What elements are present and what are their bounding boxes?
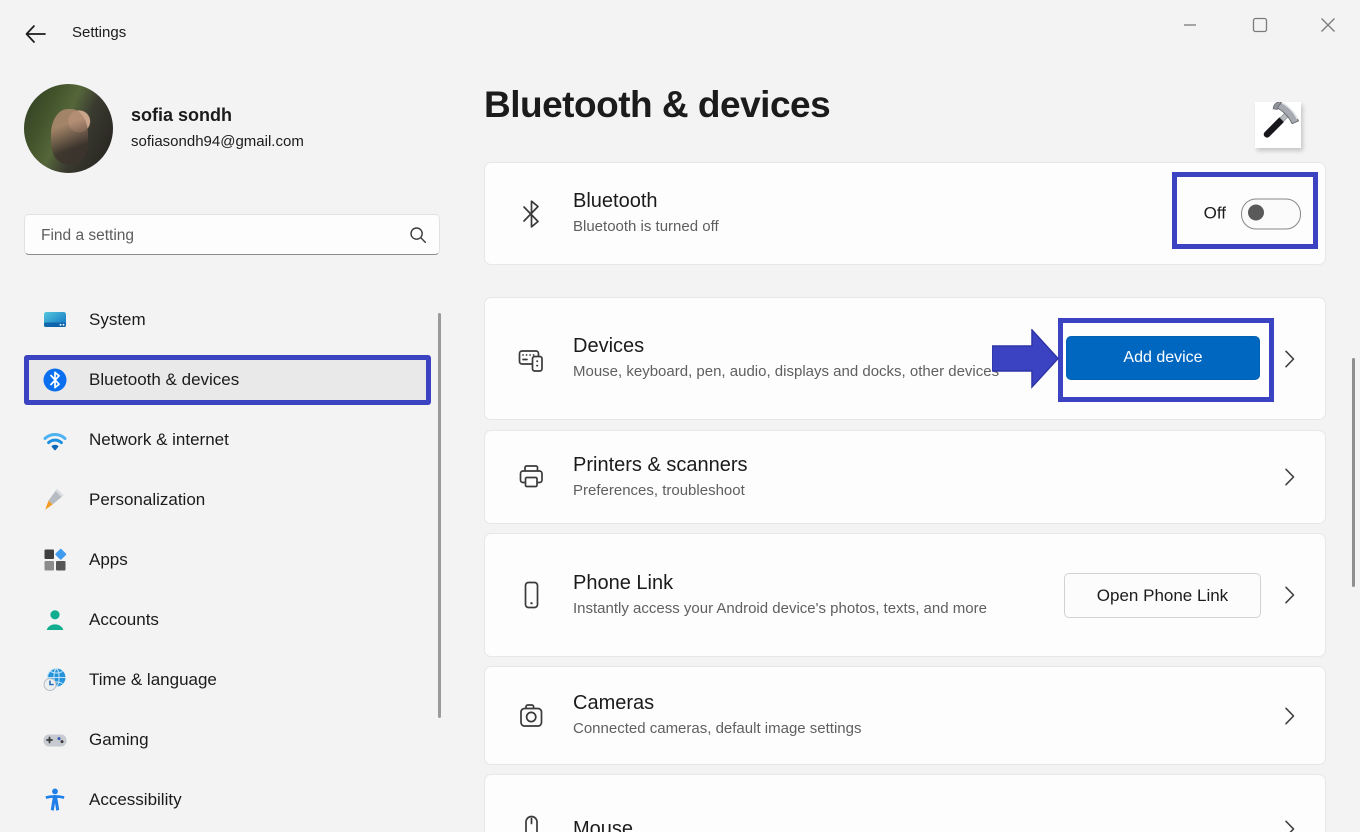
sidebar-item-accounts[interactable]: Accounts (24, 590, 431, 650)
profile-name: sofia sondh (131, 105, 232, 126)
chevron-right-icon (1284, 349, 1296, 368)
mouse-icon (518, 814, 545, 832)
card-text: Phone Link Instantly access your Android… (573, 571, 1035, 620)
phone-icon (518, 580, 545, 610)
sidebar-item-gaming[interactable]: Gaming (24, 710, 431, 770)
card-title: Printers & scanners (573, 453, 748, 477)
card-text: Cameras Connected cameras, default image… (573, 691, 862, 740)
back-button[interactable] (22, 21, 48, 47)
card-subtitle: Connected cameras, default image setting… (573, 717, 862, 740)
card-subtitle: Preferences, troubleshoot (573, 479, 748, 502)
profile-email: sofiasondh94@gmail.com (131, 133, 304, 150)
card-subtitle: Bluetooth is turned off (573, 215, 719, 238)
chevron-right-icon (1284, 820, 1296, 832)
chevron-right-icon (1284, 468, 1296, 487)
accounts-icon (42, 607, 68, 633)
maximize-icon (1252, 17, 1268, 33)
accessibility-icon (42, 787, 68, 813)
search-icon (408, 225, 428, 250)
card-text: Printers & scanners Preferences, trouble… (573, 453, 748, 502)
sidebar-item-bluetooth-devices[interactable]: Bluetooth & devices (24, 355, 431, 405)
page-title: Bluetooth & devices (484, 84, 830, 126)
close-icon (1320, 17, 1336, 33)
sidebar-item-label: System (89, 310, 146, 330)
sidebar-item-accessibility[interactable]: Accessibility (24, 770, 431, 830)
search-box[interactable] (24, 214, 440, 255)
hammer-icon (1255, 102, 1301, 148)
card-title: Bluetooth (573, 189, 719, 213)
printer-icon (518, 462, 545, 492)
time-language-icon (42, 667, 68, 693)
mouse-card[interactable]: Mouse (484, 774, 1326, 832)
annotation-arrow-icon (992, 329, 1060, 389)
search-input[interactable] (39, 215, 403, 256)
system-icon (42, 307, 68, 333)
main-scrollbar[interactable] (1352, 358, 1355, 587)
minimize-button[interactable] (1168, 8, 1212, 42)
devices-icon (518, 344, 545, 374)
window-title: Settings (72, 24, 126, 41)
cameras-card[interactable]: Cameras Connected cameras, default image… (484, 666, 1326, 765)
sidebar-item-apps[interactable]: Apps (24, 530, 431, 590)
card-text: Mouse (573, 817, 633, 832)
maximize-button[interactable] (1238, 8, 1282, 42)
sidebar-item-label: Bluetooth & devices (89, 370, 239, 390)
chevron-right-icon (1284, 586, 1296, 605)
open-phone-link-button[interactable]: Open Phone Link (1064, 573, 1261, 618)
avatar[interactable] (24, 84, 113, 173)
card-text: Devices Mouse, keyboard, pen, audio, dis… (573, 334, 1023, 383)
gaming-icon (42, 727, 68, 753)
chevron-right-icon (1284, 706, 1296, 725)
printers-card[interactable]: Printers & scanners Preferences, trouble… (484, 430, 1326, 524)
bluetooth-icon (42, 367, 68, 393)
sidebar-item-label: Personalization (89, 490, 205, 510)
sidebar-item-label: Time & language (89, 670, 217, 690)
card-title: Devices (573, 334, 1023, 358)
network-icon (42, 427, 68, 453)
sidebar-item-personalization[interactable]: Personalization (24, 470, 431, 530)
sidebar-item-label: Accessibility (89, 790, 182, 810)
sidebar-scrollbar[interactable] (438, 313, 441, 718)
bluetooth-outline-icon (518, 199, 545, 229)
card-title: Phone Link (573, 571, 1035, 595)
card-title: Mouse (573, 817, 633, 832)
settings-window: Settings sofia sondh sofiasondh94@gmail.… (0, 0, 1360, 832)
annotation-box-add-device (1058, 318, 1274, 402)
sidebar-item-label: Network & internet (89, 430, 229, 450)
sidebar-item-label: Accounts (89, 610, 159, 630)
card-subtitle: Instantly access your Android device's p… (573, 597, 1035, 620)
back-arrow-icon (22, 21, 48, 47)
sidebar-item-label: Apps (89, 550, 128, 570)
card-text: Bluetooth Bluetooth is turned off (573, 189, 719, 238)
apps-icon (42, 547, 68, 573)
card-title: Cameras (573, 691, 862, 715)
sidebar-item-time-language[interactable]: Time & language (24, 650, 431, 710)
sidebar-item-network-internet[interactable]: Network & internet (24, 410, 431, 470)
camera-icon (518, 701, 545, 731)
personalization-icon (42, 487, 68, 513)
close-button[interactable] (1306, 8, 1350, 42)
minimize-icon (1183, 18, 1197, 32)
sidebar-item-system[interactable]: System (24, 290, 431, 350)
sidebar-item-label: Gaming (89, 730, 149, 750)
card-subtitle: Mouse, keyboard, pen, audio, displays an… (573, 360, 1023, 383)
annotation-box-toggle (1172, 172, 1318, 249)
